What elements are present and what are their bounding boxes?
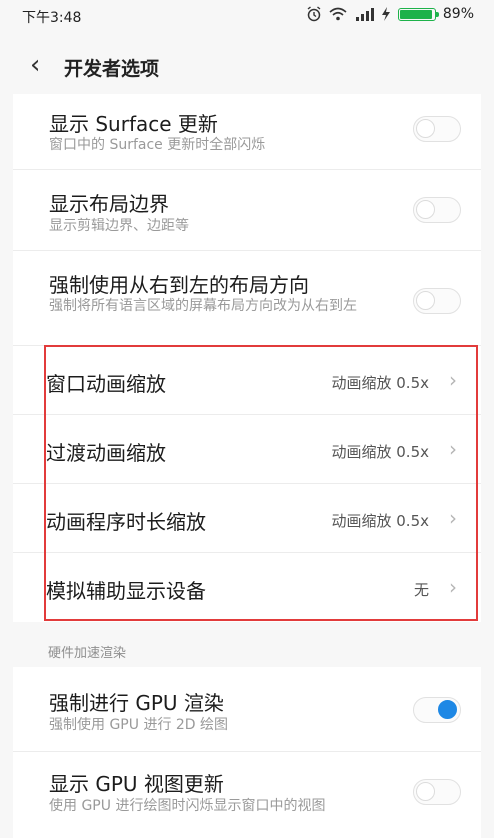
row-show-surface-updates[interactable]: 显示 Surface 更新 窗口中的 Surface 更新时全部闪烁 — [13, 94, 481, 170]
battery-percent: 89% — [442, 6, 474, 22]
toggle-switch[interactable] — [413, 116, 461, 142]
toggle-switch[interactable] — [413, 697, 461, 723]
chevron-right-icon: › — [449, 575, 457, 599]
toggle-switch[interactable] — [413, 779, 461, 805]
row-value: 动画缩放 0.5x — [331, 443, 429, 461]
row-subtitle: 强制将所有语言区域的屏幕布局方向改为从右到左 — [49, 298, 357, 314]
row-force-gpu-rendering[interactable]: 强制进行 GPU 渲染 强制使用 GPU 进行 2D 绘图 — [13, 667, 481, 752]
row-title: 过渡动画缩放 — [46, 441, 166, 465]
row-title: 显示布局边界 — [49, 192, 169, 216]
row-subtitle: 窗口中的 Surface 更新时全部闪烁 — [49, 137, 266, 153]
row-title: 窗口动画缩放 — [46, 372, 166, 396]
row-show-gpu-view-updates[interactable]: 显示 GPU 视图更新 使用 GPU 进行绘图时闪烁显示窗口中的视图 — [13, 752, 481, 838]
charging-icon — [381, 7, 390, 21]
settings-list-hardware: 强制进行 GPU 渲染 强制使用 GPU 进行 2D 绘图 显示 GPU 视图更… — [13, 667, 481, 838]
toggle-switch[interactable] — [413, 197, 461, 223]
chevron-right-icon: › — [449, 506, 457, 530]
battery-icon — [397, 7, 439, 21]
row-title: 显示 GPU 视图更新 — [49, 772, 224, 796]
row-subtitle: 强制使用 GPU 进行 2D 绘图 — [49, 717, 229, 733]
row-subtitle: 显示剪辑边界、边距等 — [49, 218, 189, 234]
row-value: 动画缩放 0.5x — [331, 512, 429, 530]
row-value: 动画缩放 0.5x — [331, 374, 429, 392]
row-title: 动画程序时长缩放 — [46, 510, 206, 534]
row-simulate-secondary-display[interactable]: 模拟辅助显示设备 无 › — [13, 553, 481, 621]
app-header: ‹ 开发者选项 — [0, 34, 494, 100]
row-title: 强制使用从右到左的布局方向 — [49, 273, 309, 297]
status-bar: 下午3:48 89% — [0, 0, 494, 34]
row-transition-animation-scale[interactable]: 过渡动画缩放 动画缩放 0.5x › — [13, 415, 481, 484]
chevron-right-icon: › — [449, 437, 457, 461]
row-value: 无 — [413, 581, 429, 599]
wifi-icon — [329, 7, 347, 21]
row-title: 模拟辅助显示设备 — [46, 579, 206, 603]
settings-list: 显示 Surface 更新 窗口中的 Surface 更新时全部闪烁 显示布局边… — [13, 94, 481, 622]
chevron-right-icon: › — [449, 368, 457, 392]
back-icon[interactable]: ‹ — [30, 52, 40, 78]
row-window-animation-scale[interactable]: 窗口动画缩放 动画缩放 0.5x › — [13, 346, 481, 415]
row-animator-duration-scale[interactable]: 动画程序时长缩放 动画缩放 0.5x › — [13, 484, 481, 553]
page-title: 开发者选项 — [64, 58, 160, 80]
toggle-switch[interactable] — [413, 288, 461, 314]
status-icons: 89% — [306, 6, 474, 22]
alarm-icon — [307, 6, 321, 22]
row-subtitle: 使用 GPU 进行绘图时闪烁显示窗口中的视图 — [49, 798, 326, 814]
section-label: 硬件加速渲染 — [48, 646, 127, 661]
row-title: 显示 Surface 更新 — [49, 112, 218, 136]
row-show-layout-bounds[interactable]: 显示布局边界 显示剪辑边界、边距等 — [13, 170, 481, 251]
status-time: 下午3:48 — [22, 10, 82, 26]
signal-icon — [355, 8, 374, 21]
row-force-rtl[interactable]: 强制使用从右到左的布局方向 强制将所有语言区域的屏幕布局方向改为从右到左 — [13, 251, 481, 346]
row-title: 强制进行 GPU 渲染 — [49, 691, 224, 715]
